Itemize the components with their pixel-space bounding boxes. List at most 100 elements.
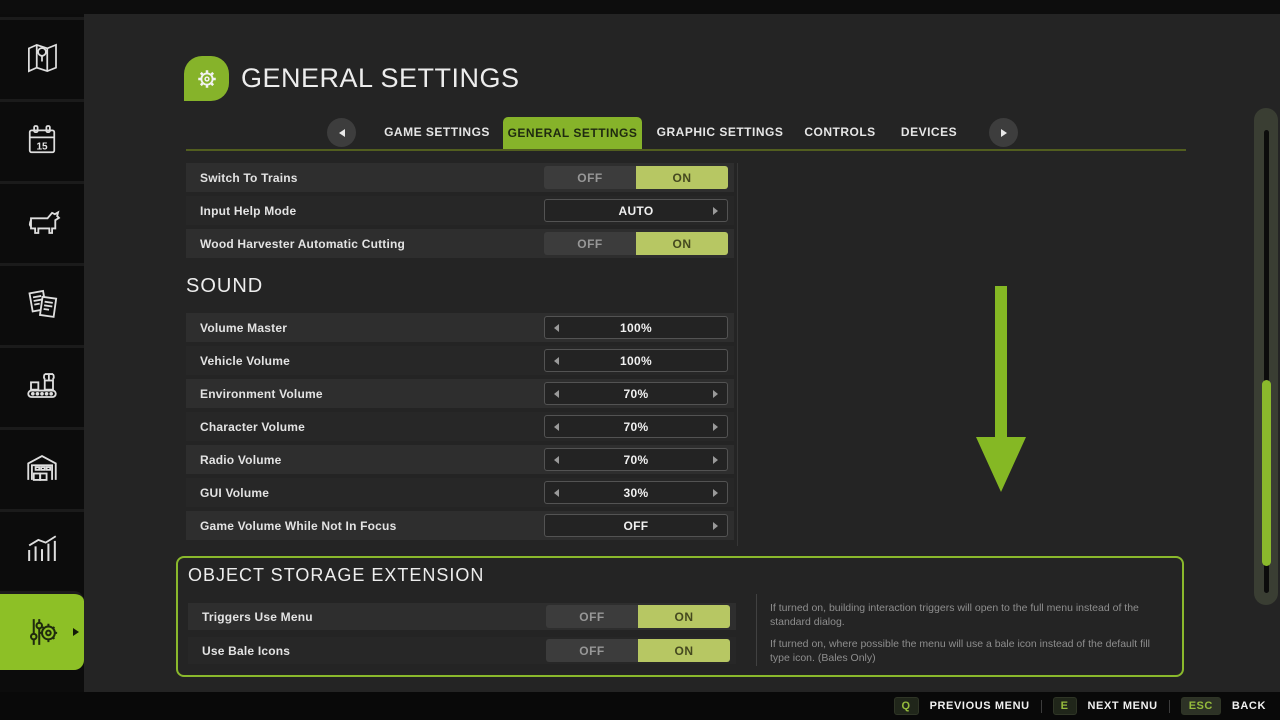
toggle-control: OFF ON xyxy=(544,232,728,255)
sound-section-title: SOUND xyxy=(186,275,734,298)
tabs-next-button[interactable] xyxy=(989,118,1018,147)
sidebar-item-contracts[interactable] xyxy=(0,263,84,342)
stepper-control[interactable]: 100% xyxy=(544,349,728,372)
toggle-control: OFF ON xyxy=(546,639,730,662)
stepper-right-arrow-icon[interactable] xyxy=(713,423,718,431)
ose-divider xyxy=(756,594,757,666)
map-icon xyxy=(21,37,63,79)
stepper-right-arrow-icon[interactable] xyxy=(713,456,718,464)
stepper-right-arrow-icon[interactable] xyxy=(713,207,718,215)
right-arrow-icon xyxy=(1001,129,1007,137)
left-arrow-icon xyxy=(339,129,345,137)
stepper-control[interactable]: 30% xyxy=(544,481,728,504)
toggle-off-button[interactable]: OFF xyxy=(546,639,638,662)
setting-label: Character Volume xyxy=(186,420,544,434)
sidebar-item-storage[interactable] xyxy=(0,427,84,506)
toggle-control: OFF ON xyxy=(544,166,728,189)
stepper-right-arrow-icon[interactable] xyxy=(713,522,718,530)
selector-control[interactable]: AUTO xyxy=(544,199,728,222)
stepper-left-arrow-icon[interactable] xyxy=(554,423,559,431)
toggle-off-button[interactable]: OFF xyxy=(546,605,638,628)
top-strip xyxy=(0,0,1280,14)
stepper-left-arrow-icon[interactable] xyxy=(554,357,559,365)
setting-row-environment-volume: Environment Volume 70% xyxy=(186,379,734,408)
next-menu-label: NEXT MENU xyxy=(1088,700,1158,712)
setting-row-gui-volume: GUI Volume 30% xyxy=(186,478,734,507)
tabs-prev-button[interactable] xyxy=(327,118,356,147)
scrollbar-thumb[interactable] xyxy=(1262,380,1271,566)
key-q[interactable]: Q xyxy=(894,697,919,715)
setting-row-wood-harvester: Wood Harvester Automatic Cutting OFF ON xyxy=(186,229,734,258)
setting-row-input-help-mode: Input Help Mode AUTO xyxy=(186,196,734,225)
setting-label: GUI Volume xyxy=(186,486,544,500)
footer-bar: Q PREVIOUS MENU E NEXT MENU ESC BACK xyxy=(0,692,1280,720)
setting-row-switch-to-trains: Switch To Trains OFF ON xyxy=(186,163,734,192)
settings-list: Switch To Trains OFF ON Input Help Mode … xyxy=(186,163,734,544)
setting-row-character-volume: Character Volume 70% xyxy=(186,412,734,441)
cow-icon xyxy=(20,200,64,244)
stepper-left-arrow-icon[interactable] xyxy=(554,456,559,464)
tab-game-settings[interactable]: GAME SETTINGS xyxy=(380,125,494,139)
toggle-off-button[interactable]: OFF xyxy=(544,232,636,255)
previous-menu-label: PREVIOUS MENU xyxy=(930,700,1030,712)
stepper-right-arrow-icon[interactable] xyxy=(713,489,718,497)
toggle-on-button[interactable]: ON xyxy=(636,232,728,255)
tab-general-settings[interactable]: GENERAL SETTINGS xyxy=(503,117,642,150)
sidebar: 15 xyxy=(0,14,84,692)
setting-label: Radio Volume xyxy=(186,453,544,467)
general-settings-screen: 15 xyxy=(0,0,1280,720)
setting-label: Switch To Trains xyxy=(186,171,544,185)
warehouse-icon xyxy=(20,446,64,490)
toggle-off-button[interactable]: OFF xyxy=(544,166,636,189)
stepper-control[interactable]: OFF xyxy=(544,514,728,537)
sidebar-item-calendar[interactable]: 15 xyxy=(0,99,84,178)
setting-label: Vehicle Volume xyxy=(186,354,544,368)
stepper-value: OFF xyxy=(624,519,649,533)
key-esc[interactable]: ESC xyxy=(1181,697,1221,715)
tab-controls[interactable]: CONTROLS xyxy=(798,125,882,139)
toggle-control: OFF ON xyxy=(546,605,730,628)
setting-label: Triggers Use Menu xyxy=(188,610,546,624)
sidebar-item-map[interactable] xyxy=(0,17,84,96)
sidebar-item-animals[interactable] xyxy=(0,181,84,260)
back-label: BACK xyxy=(1232,700,1266,712)
scrollbar[interactable] xyxy=(1254,108,1278,605)
tab-devices[interactable]: DEVICES xyxy=(893,125,965,139)
ose-section-title: OBJECT STORAGE EXTENSION xyxy=(188,565,484,586)
ose-description-1: If turned on, building interaction trigg… xyxy=(770,601,1170,629)
toggle-on-button[interactable]: ON xyxy=(638,639,730,662)
hint-divider xyxy=(1041,700,1042,713)
tutorial-down-arrow-icon xyxy=(970,284,1032,496)
stepper-left-arrow-icon[interactable] xyxy=(554,324,559,332)
toggle-on-button[interactable]: ON xyxy=(638,605,730,628)
tab-graphic-settings[interactable]: GRAPHIC SETTINGS xyxy=(650,125,790,139)
stepper-left-arrow-icon[interactable] xyxy=(554,390,559,398)
stepper-value: 30% xyxy=(624,486,649,500)
hint-divider xyxy=(1169,700,1170,713)
stepper-control[interactable]: 70% xyxy=(544,448,728,471)
stepper-value: 70% xyxy=(624,453,649,467)
contracts-icon xyxy=(20,282,64,326)
stepper-control[interactable]: 70% xyxy=(544,415,728,438)
stepper-value: 100% xyxy=(620,321,652,335)
setting-label: Game Volume While Not In Focus xyxy=(186,519,544,533)
stepper-value: 70% xyxy=(624,420,649,434)
sidebar-item-statistics[interactable] xyxy=(0,509,84,588)
ose-rows: Triggers Use Menu OFF ON Use Bale Icons … xyxy=(188,603,736,671)
setting-label: Environment Volume xyxy=(186,387,544,401)
tab-underline xyxy=(186,149,1186,151)
stepper-right-arrow-icon[interactable] xyxy=(713,390,718,398)
toggle-on-button[interactable]: ON xyxy=(636,166,728,189)
page-title: GENERAL SETTINGS xyxy=(241,63,520,94)
setting-row-triggers-use-menu: Triggers Use Menu OFF ON xyxy=(188,603,736,630)
stepper-control[interactable]: 100% xyxy=(544,316,728,339)
sidebar-item-mod-settings[interactable] xyxy=(0,591,84,670)
selector-value: AUTO xyxy=(619,204,654,218)
key-e[interactable]: E xyxy=(1053,697,1077,715)
calendar-day-label: 15 xyxy=(36,142,47,153)
stepper-control[interactable]: 70% xyxy=(544,382,728,405)
setting-label: Volume Master xyxy=(186,321,544,335)
page-icon-bubble xyxy=(184,56,229,101)
sidebar-item-production[interactable] xyxy=(0,345,84,424)
stepper-left-arrow-icon[interactable] xyxy=(554,489,559,497)
